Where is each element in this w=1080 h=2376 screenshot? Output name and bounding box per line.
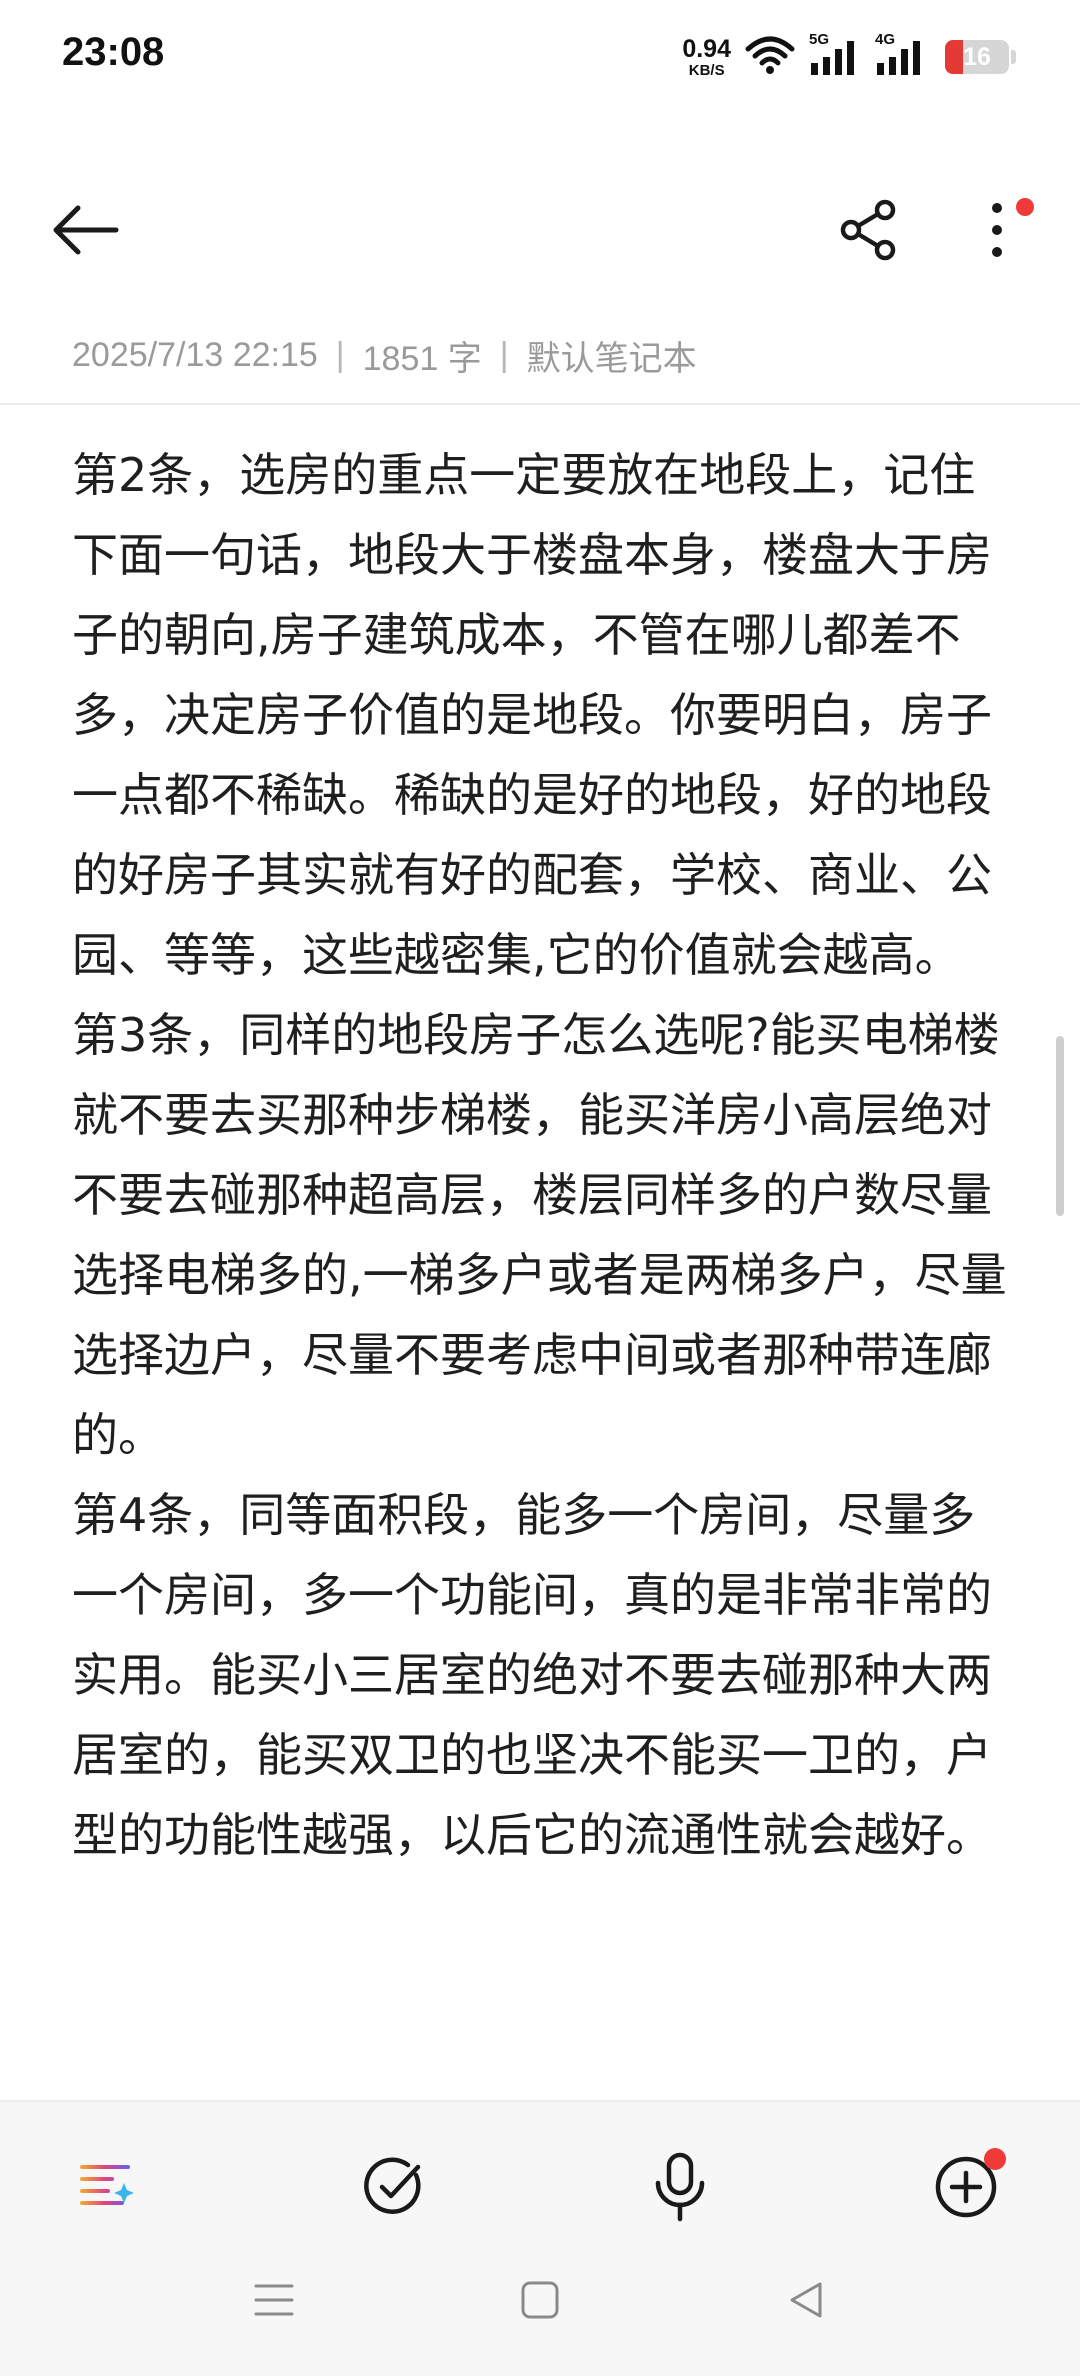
meta-separator: | (335, 335, 345, 374)
nav-home-button[interactable] (500, 2260, 580, 2340)
note-body[interactable]: 第2条，选房的重点一定要放在地段上，记住下面一句话，地段大于楼盘本身，楼盘大于房… (72, 435, 1012, 1875)
notes-app-screen: 23:08 0.94 KB/S 5G 4G 16 2025/7/13 22:15… (0, 0, 1080, 2376)
network-speed-value: 0.94 (682, 34, 731, 63)
arrow-left-icon (53, 205, 119, 255)
note-paragraph[interactable]: 第3条，同样的地段房子怎么选呢?能买电梯楼就不要去买那种步梯楼，能买洋房小高层绝… (72, 995, 1012, 1475)
share-button[interactable] (824, 190, 914, 270)
status-bar: 23:08 0.94 KB/S 5G 4G 16 (0, 0, 1080, 118)
cellular-signal-sim2: 4G (875, 31, 927, 77)
meta-separator: | (499, 335, 509, 374)
back-icon (790, 2282, 822, 2318)
sim1-network-label: 5G (809, 31, 830, 48)
notebook-name[interactable]: 默认笔记本 (527, 331, 697, 380)
network-speed-unit: KB/S (688, 61, 725, 79)
battery-icon: 16 (945, 40, 1009, 74)
share-icon (840, 199, 896, 261)
wifi-icon (745, 35, 795, 79)
note-word-count: 1851 字 (362, 339, 482, 378)
voice-input-button[interactable] (630, 2142, 730, 2232)
ai-format-button[interactable] (58, 2142, 158, 2232)
note-paragraph[interactable]: 第4条，同等面积段，能多一个房间，尽量多一个房间，多一个功能间，真的是非常非常的… (72, 1475, 1012, 1875)
nav-back-button[interactable] (766, 2260, 846, 2340)
note-datetime: 2025/7/13 22:15 (72, 335, 318, 374)
more-options-button[interactable] (952, 190, 1042, 270)
ai-format-icon (80, 2165, 134, 2205)
scrollbar-thumb[interactable] (1056, 1036, 1064, 1216)
back-button[interactable] (40, 190, 130, 270)
cellular-signal-sim1: 5G (809, 31, 861, 77)
home-icon (521, 2281, 559, 2319)
note-meta: 2025/7/13 22:15 | 1851 字 | 默认笔记本 (72, 330, 697, 380)
battery-cap (1011, 50, 1016, 64)
nav-menu-button[interactable] (234, 2260, 314, 2340)
notification-dot (984, 2148, 1006, 2170)
header-divider (0, 403, 1080, 405)
checklist-button[interactable] (344, 2142, 444, 2232)
add-button[interactable] (916, 2142, 1016, 2232)
status-time: 23:08 (62, 30, 165, 74)
more-vertical-icon (992, 203, 1002, 257)
microphone-icon (655, 2152, 705, 2222)
status-icons: 0.94 KB/S 5G 4G 16 (682, 31, 1016, 80)
network-speed: 0.94 KB/S (682, 34, 731, 79)
checklist-icon (364, 2157, 421, 2214)
battery-level: 16 (963, 42, 991, 71)
note-toolbar (0, 180, 1080, 280)
sim2-network-label: 4G (875, 31, 896, 48)
notification-dot (1016, 198, 1034, 216)
menu-icon (254, 2284, 294, 2316)
note-paragraph[interactable]: 第2条，选房的重点一定要放在地段上，记住下面一句话，地段大于楼盘本身，楼盘大于房… (72, 435, 1012, 995)
